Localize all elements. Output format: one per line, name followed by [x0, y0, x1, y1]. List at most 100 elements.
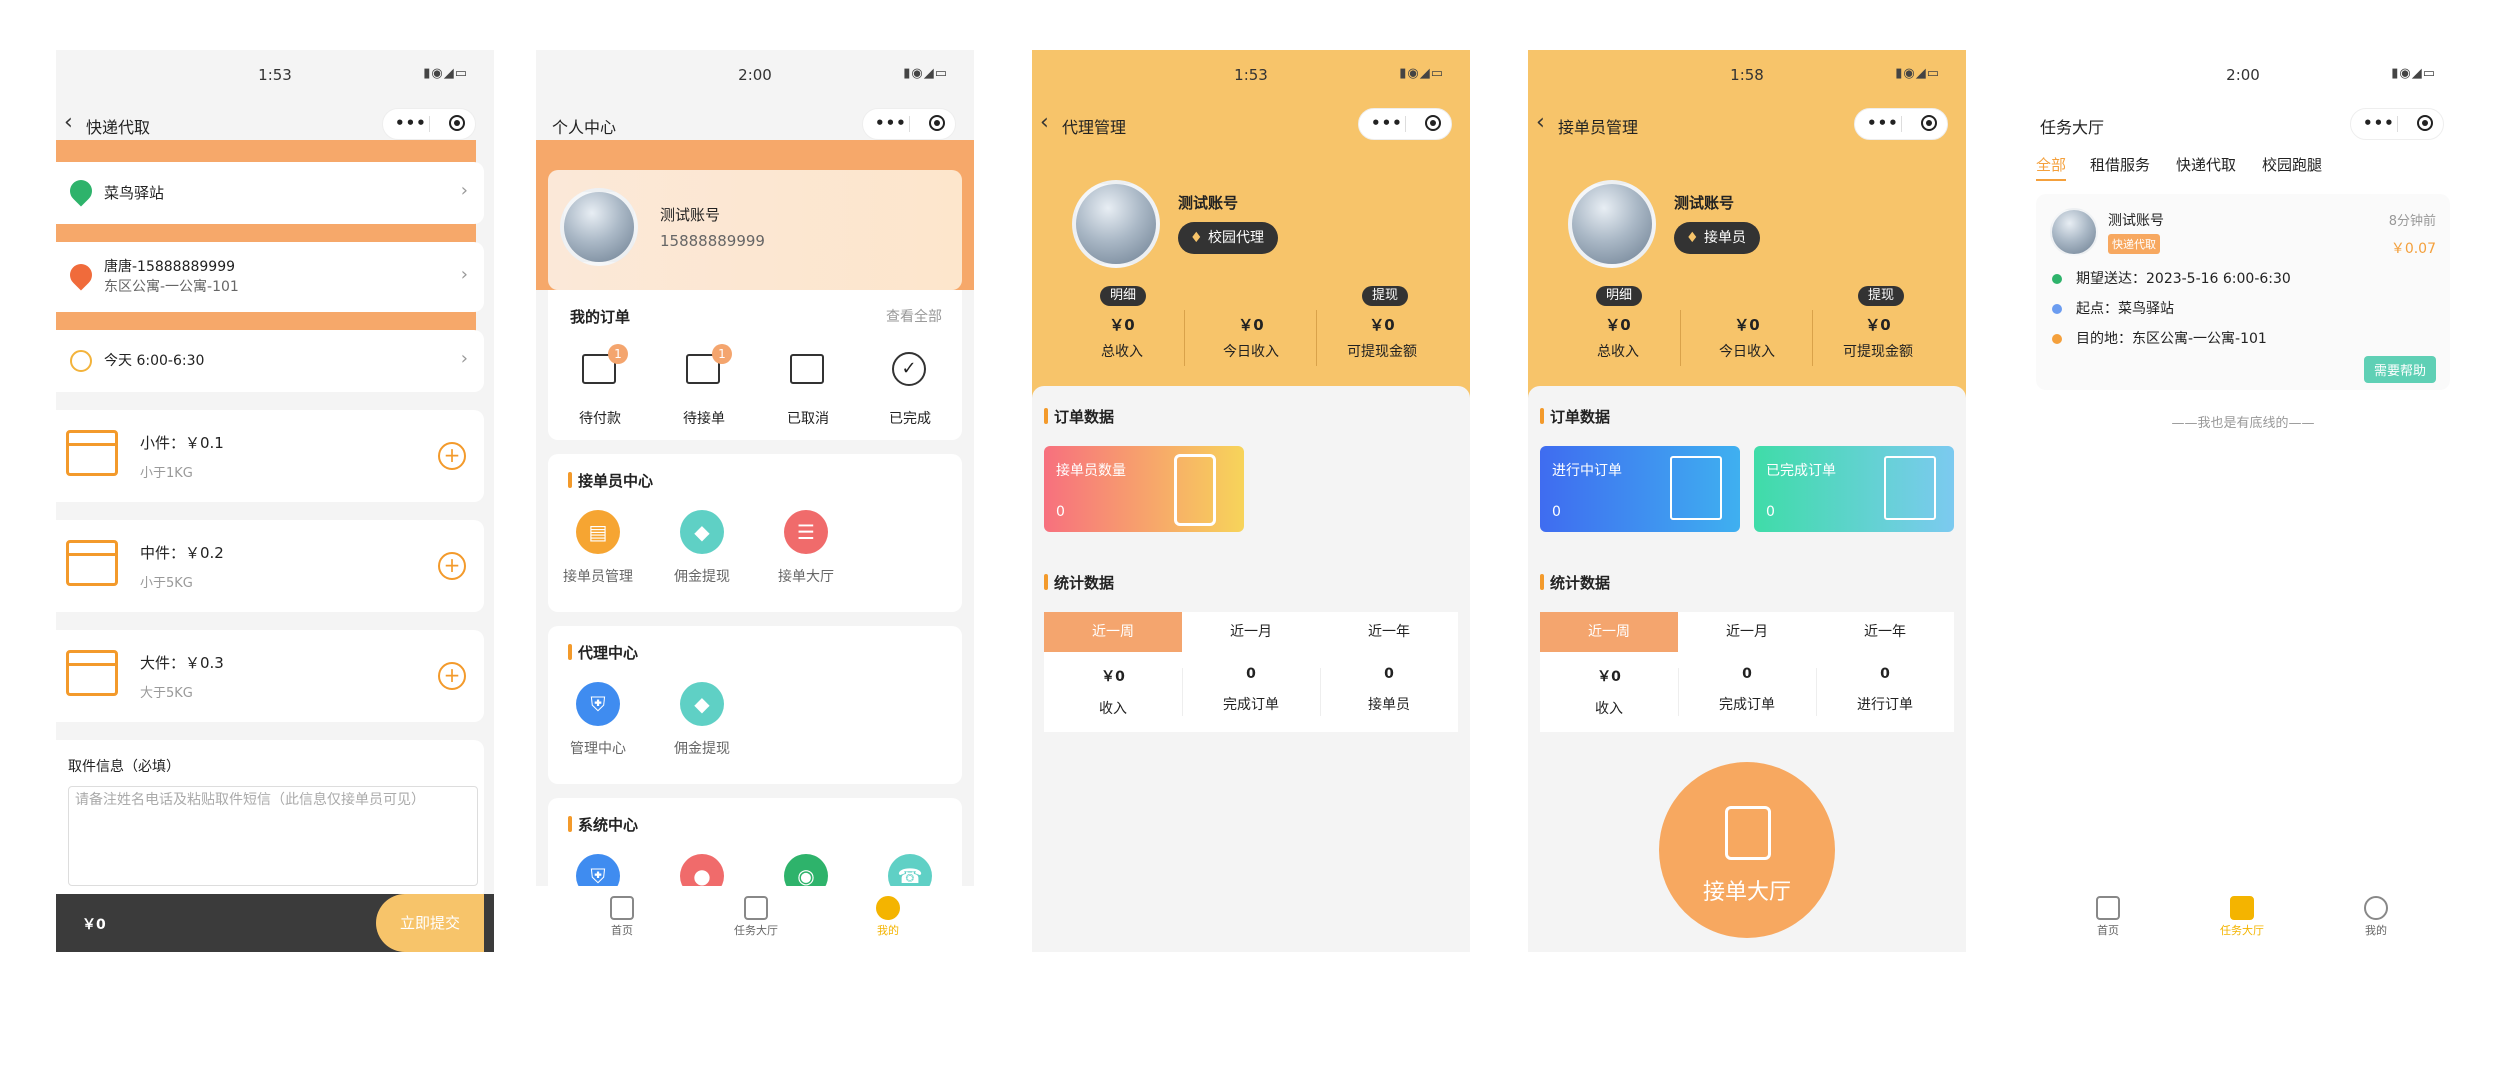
- status-bar: 2:00 ▮◉◢▭: [2024, 50, 2462, 100]
- user-icon: [876, 896, 900, 920]
- clock-icon: [70, 350, 92, 372]
- tab-year[interactable]: 近一年: [1816, 612, 1954, 652]
- order-hall-icon[interactable]: ☰: [784, 510, 828, 554]
- tab-month[interactable]: 近一月: [1182, 612, 1320, 652]
- time-row[interactable]: 今天 6:00-6:30 ›: [56, 330, 484, 392]
- tab-year[interactable]: 近一年: [1320, 612, 1458, 652]
- order-pending-payment[interactable]: 1 待付款: [568, 342, 632, 432]
- period-stats: ￥0 收入 0 完成订单 0 进行订单: [1540, 652, 1954, 732]
- stat-value: ￥0: [1597, 669, 1621, 685]
- item-row-small[interactable]: 小件：￥0.1 小于1KG +: [56, 410, 484, 502]
- more-icon[interactable]: •••: [2363, 114, 2395, 132]
- mini-program-capsule[interactable]: •••: [1854, 108, 1948, 140]
- document-illustration: [1884, 456, 1936, 520]
- info-textarea[interactable]: 请备注姓名电话及粘贴取件短信（此信息仅接单员可见）: [68, 786, 478, 886]
- commission-icon[interactable]: ◆: [680, 682, 724, 726]
- tab-mine[interactable]: 我的: [848, 896, 928, 938]
- address-row[interactable]: 唐唐-15888889999 东区公寓-一公寓-101 ›: [56, 242, 484, 312]
- item-desc: 小于1KG: [140, 466, 193, 481]
- mini-program-capsule[interactable]: •••: [862, 108, 956, 140]
- mini-program-capsule[interactable]: •••: [1358, 108, 1452, 140]
- page-title: 任务大厅: [2040, 118, 2105, 137]
- tab-week[interactable]: 近一周: [1044, 612, 1182, 652]
- back-icon[interactable]: ‹: [1040, 110, 1049, 135]
- detail-link[interactable]: 明细: [1100, 286, 1146, 306]
- more-icon[interactable]: •••: [1371, 114, 1403, 132]
- tab-home[interactable]: 首页: [582, 896, 662, 938]
- screen-personal-center: 2:00 ▮◉◢▭ 个人中心 ••• 测试账号 15888889999 我的订单…: [536, 50, 974, 952]
- filter-rental[interactable]: 租借服务: [2090, 154, 2150, 175]
- filter-express[interactable]: 快递代取: [2176, 154, 2236, 175]
- tab-week[interactable]: 近一周: [1540, 612, 1678, 652]
- content-panel: 订单数据 接单员数量 0 统计数据 近一周 近一月 近一年 ￥0 收入 0 完成订单…: [1032, 386, 1470, 952]
- order-pending-accept[interactable]: 1 待接单: [672, 342, 736, 432]
- ongoing-orders-card[interactable]: 进行中订单 0: [1540, 446, 1740, 532]
- chevron-right-icon: ›: [460, 180, 468, 201]
- stat-label: 总收入: [1597, 344, 1639, 360]
- tab-home[interactable]: 首页: [2068, 896, 2148, 938]
- stat-withdrawable: ￥0 可提现金额: [1813, 314, 1943, 361]
- task-card[interactable]: 测试账号 快递代取 8分钟前 ￥0.07 期望送达：2023-5-16 6:00…: [2036, 194, 2450, 390]
- order-cancelled[interactable]: 已取消: [776, 342, 840, 432]
- detail-link[interactable]: 明细: [1596, 286, 1642, 306]
- mini-program-capsule[interactable]: •••: [382, 108, 476, 140]
- taker-manage-icon[interactable]: ▤: [576, 510, 620, 554]
- filter-errand[interactable]: 校园跑腿: [2262, 154, 2322, 175]
- task-tag: 快递代取: [2108, 234, 2160, 254]
- back-icon[interactable]: ‹: [64, 110, 73, 135]
- period-stats: ￥0 收入 0 完成订单 0 接单员: [1044, 652, 1458, 732]
- add-icon[interactable]: +: [438, 442, 466, 470]
- withdraw-link[interactable]: 提现: [1362, 286, 1408, 306]
- tab-task-hall[interactable]: 任务大厅: [2202, 896, 2282, 938]
- commission-label[interactable]: 佣金提现: [652, 738, 752, 758]
- stat-income: ￥0 收入: [1048, 666, 1178, 718]
- item-row-large[interactable]: 大件：￥0.3 大于5KG +: [56, 630, 484, 722]
- more-icon[interactable]: •••: [395, 114, 427, 132]
- order-completed[interactable]: ✓ 已完成: [878, 342, 942, 432]
- close-target-icon[interactable]: [449, 115, 465, 131]
- stat-label: 完成订单: [1223, 697, 1279, 713]
- profile-card[interactable]: 测试账号 15888889999: [548, 170, 962, 290]
- add-icon[interactable]: +: [438, 662, 466, 690]
- tab-label: 首页: [611, 924, 633, 937]
- cancel-icon: [790, 354, 824, 384]
- add-icon[interactable]: +: [438, 552, 466, 580]
- help-button[interactable]: 需要帮助: [2363, 356, 2436, 383]
- back-icon[interactable]: ‹: [1536, 110, 1545, 135]
- role-badge: 校园代理: [1178, 222, 1278, 254]
- address-name: 唐唐-15888889999: [104, 259, 236, 275]
- manage-center-label[interactable]: 管理中心: [548, 738, 648, 758]
- stat-value: ￥0: [1101, 669, 1125, 685]
- order-hall-label[interactable]: 接单大厅: [756, 566, 856, 586]
- station-row[interactable]: 菜鸟驿站 ›: [56, 162, 484, 224]
- stat-value: ￥0: [1238, 316, 1264, 334]
- more-icon[interactable]: •••: [875, 114, 907, 132]
- close-target-icon[interactable]: [2417, 115, 2433, 131]
- filter-all[interactable]: 全部: [2036, 154, 2067, 181]
- item-row-medium[interactable]: 中件：￥0.2 小于5KG +: [56, 520, 484, 612]
- more-icon[interactable]: •••: [1867, 114, 1899, 132]
- close-target-icon[interactable]: [1425, 115, 1441, 131]
- orange-dot-icon: [2052, 334, 2062, 344]
- close-target-icon[interactable]: [1921, 115, 1937, 131]
- stat-data-title: 统计数据: [1043, 574, 1115, 592]
- signal-icon: ▮◉◢▭: [903, 66, 948, 81]
- view-all-link[interactable]: 查看全部: [886, 306, 942, 326]
- submit-bar: ￥0 立即提交: [56, 894, 494, 952]
- completed-orders-card[interactable]: 已完成订单 0: [1754, 446, 1954, 532]
- shield-icon[interactable]: ⛨: [576, 682, 620, 726]
- mini-program-capsule[interactable]: •••: [2350, 108, 2444, 140]
- commission-icon[interactable]: ◆: [680, 510, 724, 554]
- taker-manage-label[interactable]: 接单员管理: [548, 566, 648, 586]
- withdraw-link[interactable]: 提现: [1858, 286, 1904, 306]
- period-tabs: 近一周 近一月 近一年: [1044, 612, 1458, 652]
- tab-task-hall[interactable]: 任务大厅: [716, 896, 796, 938]
- tab-month[interactable]: 近一月: [1678, 612, 1816, 652]
- taker-count-card[interactable]: 接单员数量 0: [1044, 446, 1244, 532]
- submit-button[interactable]: 立即提交: [376, 894, 484, 952]
- close-target-icon[interactable]: [929, 115, 945, 131]
- commission-label[interactable]: 佣金提现: [652, 566, 752, 586]
- order-hall-button[interactable]: 接单大厅: [1659, 762, 1835, 938]
- tab-mine[interactable]: 我的: [2336, 896, 2416, 938]
- package-icon: [66, 540, 118, 586]
